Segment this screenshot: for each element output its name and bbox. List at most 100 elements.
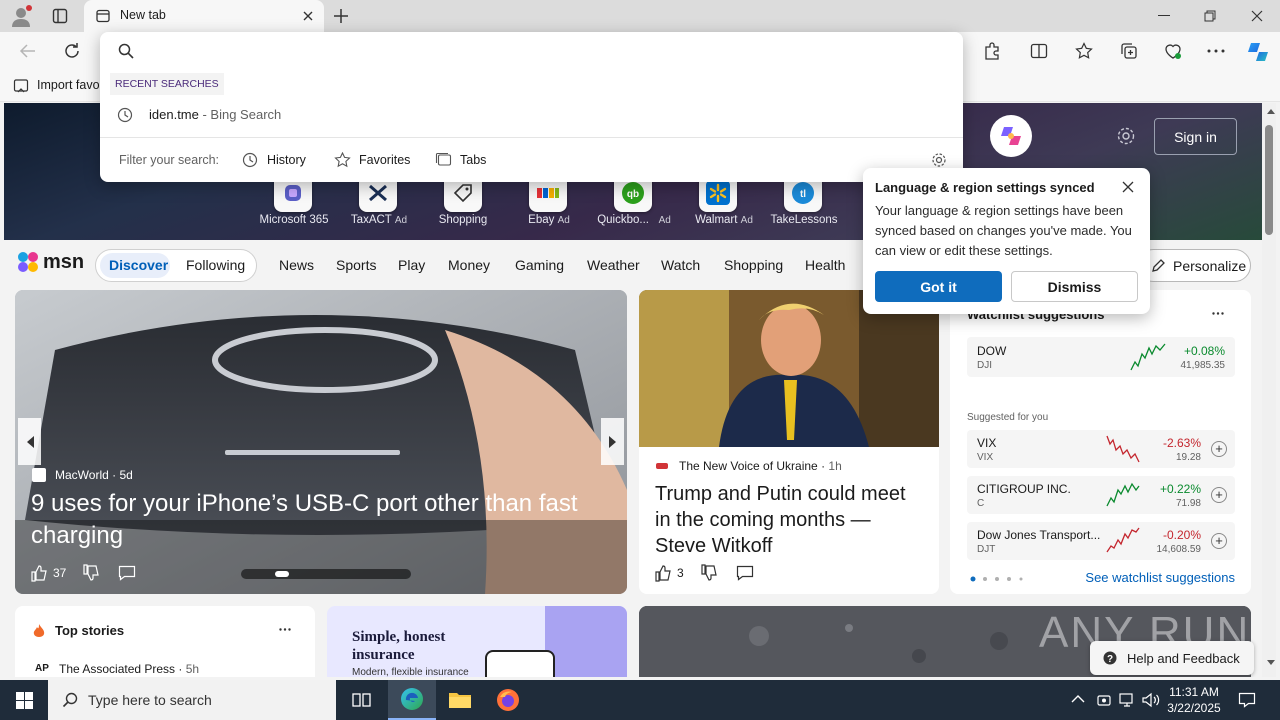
stock-symbol: DJI [977,360,992,371]
story-source: The Associated Press [59,662,176,676]
nav-money[interactable]: Money [448,257,490,273]
collections-icon[interactable] [1120,42,1138,60]
firefox-icon [497,689,519,711]
scroll-down-icon[interactable] [1267,660,1275,665]
page-scrollbar[interactable] [1262,103,1276,677]
scroll-thumb[interactable] [1265,125,1273,235]
svg-text:?: ? [1107,654,1113,665]
add-to-watchlist-button[interactable]: + [1211,533,1227,549]
close-tab-icon[interactable] [302,10,314,22]
extensions-icon[interactable] [983,42,1001,60]
dismiss-button[interactable]: Dismiss [1011,271,1138,302]
star-icon [334,152,351,168]
second-story-card[interactable]: The New Voice of Ukraine · 1h Trump and … [639,290,939,594]
comment-icon[interactable] [118,564,136,582]
browser-essentials-icon[interactable] [1164,42,1182,60]
main-story-headline[interactable]: 9 uses for your iPhone’s USB-C port othe… [31,488,611,552]
tile-label: TaxACT [350,214,392,226]
nav-gaming[interactable]: Gaming [515,257,564,273]
top-stories-more-icon[interactable] [279,628,291,631]
second-story-headline[interactable]: Trump and Putin could meet in the coming… [655,481,925,559]
watchlist-row-citigroup[interactable]: CITIGROUP INC. C +0.22% 71.98 + [967,476,1235,514]
favorites-icon[interactable] [1075,42,1093,60]
tab-actions-icon[interactable] [52,8,68,24]
tab-new-tab[interactable]: New tab [84,0,324,32]
msn-logo[interactable]: msn [43,251,84,274]
scroll-up-icon[interactable] [1267,109,1275,114]
add-to-watchlist-button[interactable]: + [1211,441,1227,457]
sparkline-icon [1106,435,1140,463]
taskbar-firefox-button[interactable] [484,680,532,720]
network-icon[interactable] [1118,692,1136,708]
dislike-icon[interactable] [83,564,101,582]
carousel-next-button[interactable] [601,418,624,465]
comment-icon[interactable] [736,564,754,582]
address-input[interactable] [140,38,940,64]
split-screen-icon[interactable] [1030,42,1048,60]
nav-shopping[interactable]: Shopping [724,257,783,273]
popup-close-icon[interactable] [1122,181,1134,193]
tile-label-row: Quickbo... Ad [592,214,676,226]
taskbar-search-box[interactable]: Type here to search [48,680,336,720]
carousel-prev-button[interactable] [18,418,41,465]
close-window-button[interactable] [1251,10,1263,22]
copilot-icon[interactable] [1245,39,1271,65]
main-story-card[interactable]: MacWorld · 5d 9 uses for your iPhone’s U… [15,290,627,594]
like-icon[interactable] [655,564,673,582]
story-age: 5h [185,662,200,676]
restore-button[interactable] [1204,10,1216,22]
back-button[interactable] [19,42,37,60]
nav-news[interactable]: News [279,257,314,273]
new-tab-button[interactable] [333,8,349,24]
recent-search-item[interactable]: iden.tme - Bing Search [100,102,963,128]
profile-icon[interactable] [10,5,32,27]
copilot-button[interactable] [990,115,1032,157]
taskbar-file-explorer-button[interactable] [436,680,484,720]
volume-icon[interactable] [1142,692,1160,708]
nav-health[interactable]: Health [805,257,845,273]
minimize-button[interactable] [1158,15,1170,16]
like-icon[interactable] [31,564,49,582]
see-watchlist-link[interactable]: See watchlist suggestions [1085,570,1235,585]
windows-logo-icon [15,691,33,709]
msn-butterfly-icon[interactable] [16,250,40,274]
notifications-icon[interactable] [1238,691,1256,709]
stock-price: 41,985.35 [1180,360,1226,371]
dislike-icon[interactable] [701,564,719,582]
watchlist-row-vix[interactable]: VIX VIX -2.63% 19.28 + [967,430,1235,468]
nav-weather[interactable]: Weather [587,257,640,273]
taskbar-edge-button[interactable] [388,680,436,720]
got-it-button[interactable]: Got it [875,271,1002,302]
nav-watch[interactable]: Watch [661,257,700,273]
taskbar-clock[interactable]: 11:31 AM 3/22/2025 [1166,684,1222,716]
task-view-button[interactable] [338,680,386,720]
insurance-ad-card[interactable]: Simple, honest insurance Modern, flexibl… [327,606,627,677]
import-favorites-link[interactable]: Import favo [37,78,100,92]
watchlist-more-icon[interactable] [1212,312,1224,315]
nav-sports[interactable]: Sports [336,257,376,273]
tab-discover[interactable]: Discover [109,257,168,273]
add-to-watchlist-button[interactable]: + [1211,487,1227,503]
start-button[interactable] [0,680,48,720]
nav-play[interactable]: Play [398,257,425,273]
sign-in-button[interactable]: Sign in [1154,118,1237,155]
tab-title: New tab [120,8,166,22]
ad-phone-graphic [485,650,555,677]
stock-change: +0.08% [1183,344,1225,358]
refresh-button[interactable] [63,42,81,60]
meet-now-icon[interactable] [1096,692,1112,708]
watchlist-row-dow[interactable]: DOW DJI +0.08% 41,985.35 [967,337,1235,377]
tab-following[interactable]: Following [186,257,245,273]
filter-history-label: History [267,153,306,167]
page-settings-gear-icon[interactable] [1116,126,1136,146]
watchlist-row-transport[interactable]: Dow Jones Transport... DJT -0.20% 14,608… [967,522,1235,560]
personalize-button[interactable]: Personalize [1137,249,1251,282]
help-feedback-button[interactable]: ? Help and Feedback [1090,641,1254,675]
show-hidden-icons-chevron-icon[interactable] [1071,694,1085,703]
search-settings-gear-icon[interactable] [931,152,947,168]
tile-label: TakeLessons [770,214,838,226]
tile-label: Walmart [695,214,738,226]
tile-label: Quickbo... [597,214,649,226]
settings-more-icon[interactable] [1207,49,1225,53]
recent-searches-header: RECENT SEARCHES [110,73,224,95]
